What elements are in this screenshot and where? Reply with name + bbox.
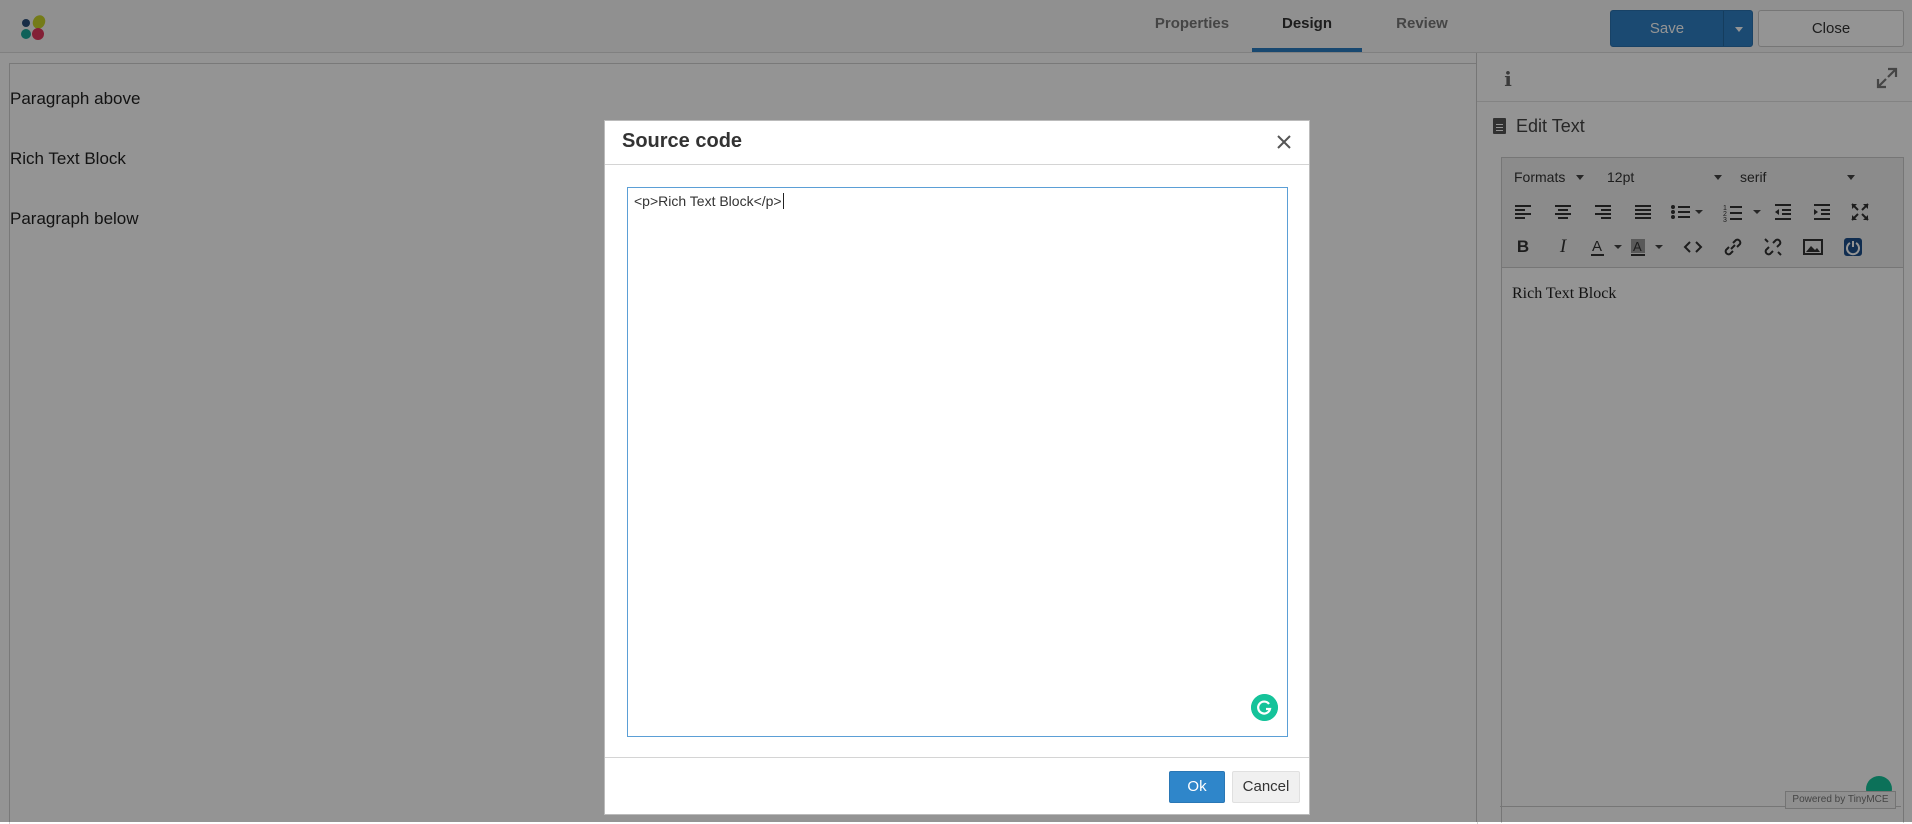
dialog-footer: Ok Cancel (605, 757, 1309, 815)
source-code-dialog: Source code <p>Rich Text Block</p> Ok Ca… (604, 120, 1310, 815)
ok-button[interactable]: Ok (1169, 771, 1225, 803)
cancel-button[interactable]: Cancel (1232, 771, 1300, 803)
dialog-header: Source code (605, 121, 1309, 165)
source-code-text: <p>Rich Text Block</p> (634, 193, 784, 209)
source-code-textarea[interactable]: <p>Rich Text Block</p> (627, 187, 1288, 737)
dialog-title: Source code (622, 130, 743, 152)
close-icon[interactable] (1275, 133, 1293, 151)
source-code-value: <p>Rich Text Block</p> (634, 193, 782, 209)
text-cursor (782, 193, 784, 209)
grammarly-icon[interactable] (1251, 694, 1278, 721)
